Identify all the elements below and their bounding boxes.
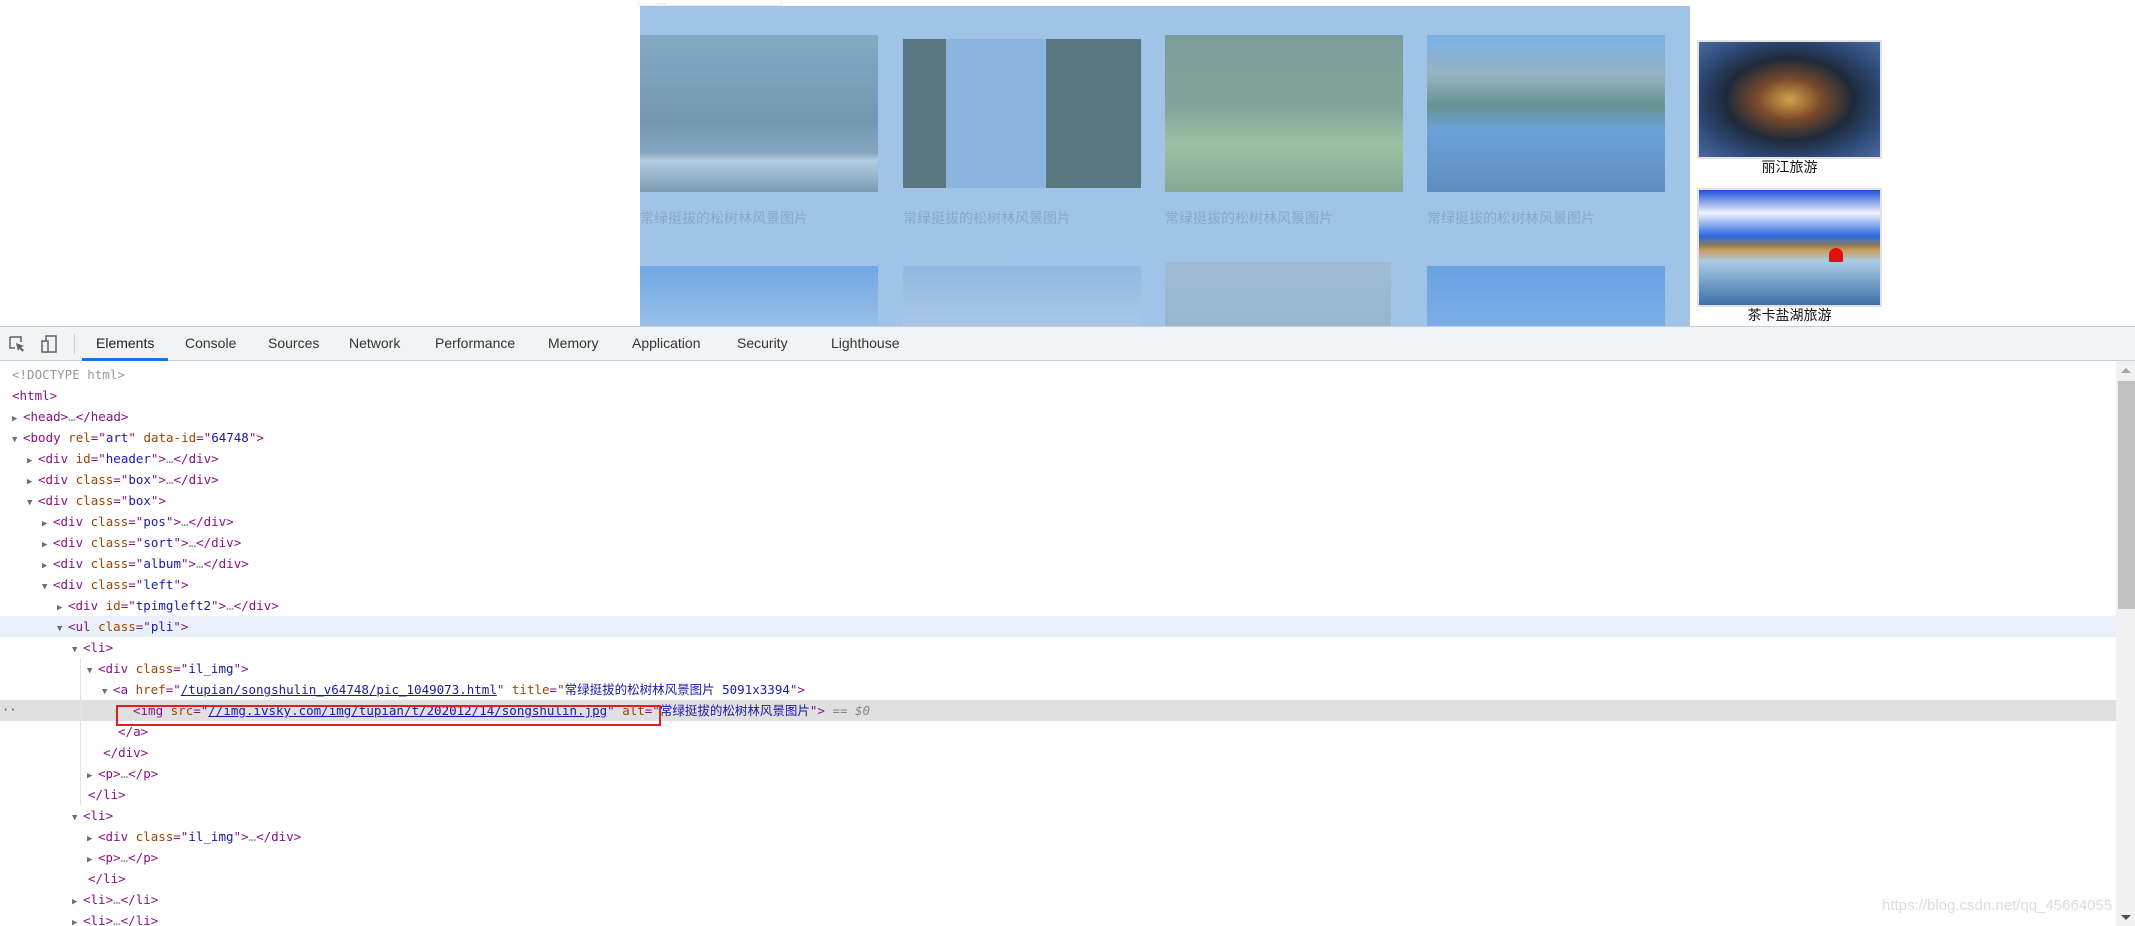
dom-node-li-close[interactable]: </li>	[0, 868, 2116, 889]
gallery-caption[interactable]: 常绿挺拔的松树林风景图片	[1165, 208, 1333, 228]
scrollbar-thumb[interactable]	[2118, 381, 2135, 609]
dom-node-div-box[interactable]: ▼ <div class="box">	[0, 490, 2116, 511]
dom-node-li[interactable]: ▼ <li>	[0, 805, 2116, 826]
dom-tree[interactable]: <!DOCTYPE html> <html> ▶ <head>…</head> ▼…	[0, 361, 2116, 926]
tab-sources[interactable]: Sources	[268, 327, 319, 360]
tab-memory[interactable]: Memory	[548, 327, 599, 360]
more-options-icon[interactable]: ··	[2, 700, 16, 721]
dom-node-p[interactable]: ▶ <p>…</p>	[0, 763, 2116, 784]
gallery-thumbnail[interactable]	[640, 35, 878, 192]
doctype-text: <!DOCTYPE html>	[12, 367, 125, 382]
gallery-thumbnail[interactable]	[1165, 262, 1391, 326]
page-viewport: 常绿挺拔的松树林风景图片 常绿挺拔的松树林风景图片 常绿挺拔的松树林风景图片 常…	[0, 0, 2135, 326]
dom-node-li[interactable]: ▶ <li>…</li>	[0, 889, 2116, 910]
expand-triangle-icon[interactable]: ▶	[72, 913, 83, 926]
tab-security[interactable]: Security	[737, 327, 788, 360]
annotation-highlight-box	[116, 705, 661, 726]
dom-node-div-il-img[interactable]: ▼ <div class="il_img">	[0, 658, 2116, 679]
devtools-panel: Elements Console Sources Network Perform…	[0, 326, 2135, 926]
gallery-caption[interactable]: 常绿挺拔的松树林风景图片	[640, 208, 808, 228]
dom-node-head[interactable]: ▶ <head>…</head>	[0, 406, 2116, 427]
toolbar-separator	[74, 334, 75, 354]
tab-application[interactable]: Application	[632, 327, 701, 360]
dom-node-div-pos[interactable]: ▶ <div class="pos">…</div>	[0, 511, 2116, 532]
gallery-thumbnail[interactable]	[640, 266, 878, 326]
dom-node-li[interactable]: ▼ <li>	[0, 637, 2116, 658]
scroll-down-arrow-icon[interactable]	[2121, 915, 2131, 920]
dom-node-div-tpimgleft2[interactable]: ▶ <div id="tpimgleft2">…</div>	[0, 595, 2116, 616]
dom-node-body[interactable]: ▼ <body rel="art" data-id="64748">	[0, 427, 2116, 448]
vertical-scrollbar[interactable]	[2116, 361, 2135, 926]
gallery-thumbnail[interactable]	[1427, 35, 1665, 192]
dom-node-div-header[interactable]: ▶ <div id="header">…</div>	[0, 448, 2116, 469]
dom-node-div-il-img[interactable]: ▶ <div class="il_img">…</div>	[0, 826, 2116, 847]
dom-node-li-close[interactable]: </li>	[0, 784, 2116, 805]
gallery-thumbnail[interactable]	[903, 266, 1141, 326]
devtools-tabbar: Elements Console Sources Network Perform…	[0, 327, 2135, 361]
dom-node-p[interactable]: ▶ <p>…</p>	[0, 847, 2116, 868]
dom-node-div-left[interactable]: ▼ <div class="left">	[0, 574, 2116, 595]
select-element-icon[interactable]	[8, 335, 26, 353]
tab-network[interactable]: Network	[349, 327, 400, 360]
element-highlight-overlay: 常绿挺拔的松树林风景图片 常绿挺拔的松树林风景图片 常绿挺拔的松树林风景图片 常…	[640, 6, 1690, 326]
dom-node-li[interactable]: ▶ <li>…</li>	[0, 910, 2116, 926]
sidebar-card-lijiang[interactable]: 丽江旅游	[1697, 40, 1882, 177]
tab-performance[interactable]: Performance	[435, 327, 515, 360]
tab-elements[interactable]: Elements	[81, 327, 169, 361]
dom-node-div-box[interactable]: ▶ <div class="box">…</div>	[0, 469, 2116, 490]
dom-node-ul-pli[interactable]: ▼ <ul class="pli">	[0, 616, 2116, 637]
html-open-tag: <html>	[12, 388, 58, 403]
tab-lighthouse[interactable]: Lighthouse	[831, 327, 900, 360]
scroll-up-arrow-icon[interactable]	[2121, 368, 2131, 373]
dom-node-div-close[interactable]: </div>	[0, 742, 2116, 763]
gallery-caption[interactable]: 常绿挺拔的松树林风景图片	[1427, 208, 1595, 228]
gallery-thumbnail[interactable]	[1165, 35, 1403, 192]
lijiang-photo[interactable]	[1697, 40, 1882, 159]
sidebar-card-chaka[interactable]: 茶卡盐湖旅游	[1697, 188, 1882, 325]
dom-node-html[interactable]: <html>	[0, 385, 2116, 406]
gallery-thumbnail[interactable]	[903, 39, 1141, 188]
sidebar-card-label[interactable]: 丽江旅游	[1697, 159, 1882, 177]
dom-node-a[interactable]: ▼ <a href="/tupian/songshulin_v64748/pic_…	[0, 679, 2116, 700]
tab-console[interactable]: Console	[185, 327, 236, 360]
dom-node-doctype[interactable]: <!DOCTYPE html>	[0, 364, 2116, 385]
dom-node-div-album[interactable]: ▶ <div class="album">…</div>	[0, 553, 2116, 574]
indent-guide	[80, 658, 81, 805]
gallery-caption[interactable]: 常绿挺拔的松树林风景图片	[903, 208, 1071, 228]
sidebar-card-label[interactable]: 茶卡盐湖旅游	[1697, 307, 1882, 325]
console-reference: == $0	[832, 703, 871, 718]
href-link[interactable]: /tupian/songshulin_v64748/pic_1049073.ht…	[181, 682, 497, 697]
chaka-salt-lake-photo[interactable]	[1697, 188, 1882, 307]
gallery-thumbnail[interactable]	[1427, 266, 1665, 326]
dom-node-div-sort[interactable]: ▶ <div class="sort">…</div>	[0, 532, 2116, 553]
device-toolbar-icon[interactable]	[40, 335, 58, 353]
watermark: https://blog.csdn.net/qq_45664055	[1882, 897, 2113, 914]
